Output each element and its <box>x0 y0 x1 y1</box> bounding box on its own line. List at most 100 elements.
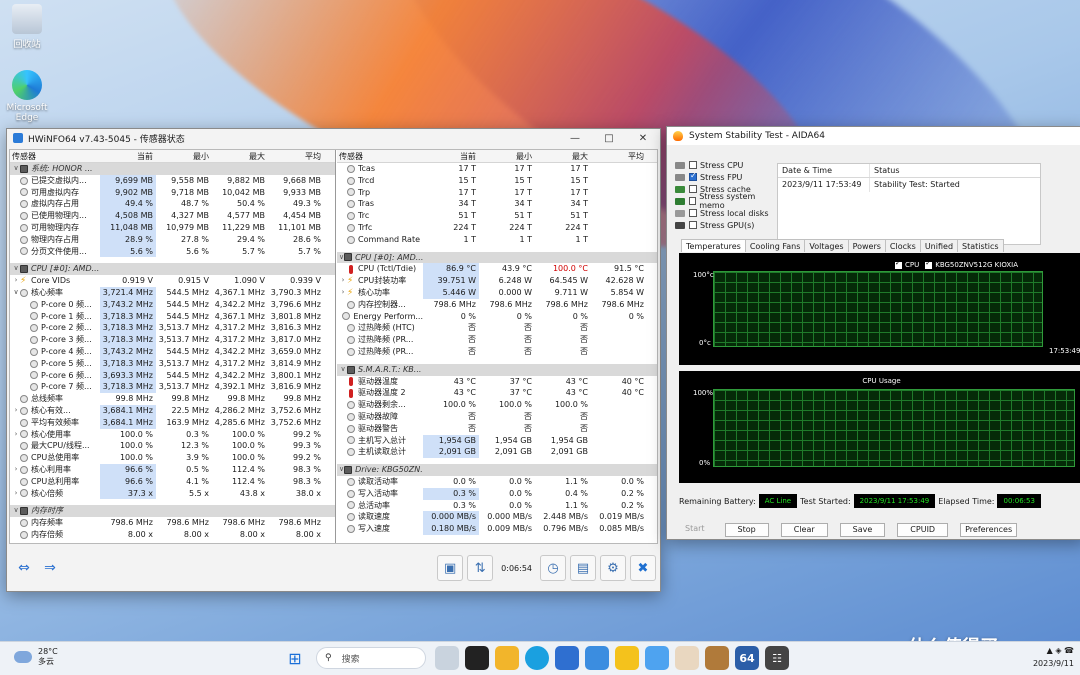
sensor-row[interactable]: P-core 0 频... 3,743.2 MHz 544.5 MHz 4,342.2… <box>10 298 335 311</box>
sensor-row[interactable]: P-core 7 频... 3,718.3 MHz 3,513.7 MHz 4,392… <box>10 381 335 394</box>
sensor-row[interactable]: 总活动率 0.3 % 0.0 % 1.1 % 0.2 % <box>337 500 657 512</box>
start-button[interactable]: Start <box>677 523 713 537</box>
expand-chevron-icon[interactable]: ∨ <box>12 287 20 299</box>
expand-chevron-icon[interactable]: › <box>339 275 347 287</box>
sensor-group-row[interactable]: ∨ 系统: HONOR ... <box>10 163 335 175</box>
network-icon[interactable]: ⇅ <box>467 555 494 581</box>
maximize-button[interactable]: □ <box>592 133 626 144</box>
desktop-icon-edge[interactable]: Microsoft Edge <box>2 70 52 123</box>
sensor-row[interactable]: › 核心有效... 3,684.1 MHz 22.5 MHz 4,286.2 MHz 3,… <box>10 404 335 417</box>
sensor-row[interactable]: P-core 4 频... 3,743.2 MHz 544.5 MHz 4,342.2… <box>10 345 335 358</box>
header-max[interactable]: 最大 <box>212 150 268 162</box>
expand-chevron-icon[interactable]: › <box>339 287 347 299</box>
sensor-row[interactable]: P-core 5 频... 3,718.3 MHz 3,513.7 MHz 4,317… <box>10 357 335 370</box>
store-icon[interactable] <box>555 646 579 670</box>
close-button[interactable]: ✕ <box>626 133 660 144</box>
stress-fpu-option[interactable]: Stress FPU <box>675 171 779 183</box>
stress-cpu-option[interactable]: Stress CPU <box>675 159 779 171</box>
sensor-row[interactable]: P-core 3 频... 3,718.3 MHz 3,513.7 MHz 4,317… <box>10 334 335 346</box>
expand-arrows-icon[interactable]: ⇒ <box>39 560 61 576</box>
sensor-row[interactable]: 驱动器故障 否 否 否 <box>337 411 657 423</box>
sensor-group-row[interactable]: ∨ CPU [#0]: AMD... <box>10 263 335 276</box>
collapse-chevron-icon[interactable]: ∨ <box>339 364 347 376</box>
sensor-row[interactable]: 已提交虚拟内... 9,699 MB 9,558 MB 9,882 MB 9,668 M… <box>10 174 335 187</box>
header-current[interactable]: 当前 <box>423 150 479 162</box>
sensor-row[interactable]: Tras 34 T 34 T 34 T <box>337 198 657 210</box>
stress-memory-option[interactable]: Stress system memo <box>675 192 779 210</box>
sensor-row[interactable]: 驱动器温度 43 °C 37 °C 43 °C 40 °C <box>337 376 657 388</box>
sensor-row[interactable]: 主机读取总计 2,091 GB 2,091 GB 2,091 GB <box>337 446 657 459</box>
mail-icon[interactable] <box>585 646 609 670</box>
sensor-row[interactable]: 写入活动率 0.3 % 0.0 % 0.4 % 0.2 % <box>337 487 657 500</box>
sensor-row[interactable]: 主机写入总计 1,954 GB 1,954 GB 1,954 GB <box>337 434 657 447</box>
sensor-row[interactable]: 读取活动率 0.0 % 0.0 % 1.1 % 0.0 % <box>337 476 657 488</box>
sensor-row[interactable]: P-core 1 频... 3,718.3 MHz 544.5 MHz 4,367.1… <box>10 310 335 323</box>
sensor-row[interactable]: Trcd 15 T 15 T 15 T <box>337 175 657 187</box>
sensor-row[interactable]: 已使用物理内... 4,508 MB 4,327 MB 4,577 MB 4,454 M… <box>10 210 335 222</box>
settings-gear-icon[interactable]: ⚙ <box>600 555 626 581</box>
task-view-icon[interactable] <box>465 646 489 670</box>
sensor-row[interactable]: 过热降频 (HTC) 否 否 否 <box>337 322 657 334</box>
preferences-button[interactable]: Preferences <box>960 523 1018 537</box>
sensor-group-row[interactable]: ∨ Drive: KBG50ZN... <box>337 464 657 476</box>
system-tray[interactable]: ▲ ◈ ☎ 2023/9/11 <box>1033 646 1074 668</box>
weather-widget[interactable]: 28°C 多云 <box>14 647 58 667</box>
expand-chevron-icon[interactable]: › <box>12 429 20 441</box>
stress-memory-checkbox[interactable] <box>688 197 697 205</box>
log-icon[interactable]: ▤ <box>570 555 596 581</box>
sensor-row[interactable]: › 核心使用率 100.0 % 0.3 % 100.0 % 99.2 % <box>10 429 335 441</box>
sensor-row[interactable]: 最大CPU/线程... 100.0 % 12.3 % 100.0 % 99.3 % <box>10 440 335 452</box>
header-current[interactable]: 当前 <box>100 150 156 162</box>
hwinfo-taskbar-icon[interactable]: ☷ <box>765 646 789 670</box>
sensor-row[interactable]: 虚拟内存占用 49.4 % 48.7 % 50.4 % 49.3 % <box>10 198 335 211</box>
sensor-row[interactable]: Trp 17 T 17 T 17 T <box>337 187 657 199</box>
sensor-row[interactable]: 过热降频 (PR... 否 否 否 <box>337 346 657 358</box>
sensor-group-row[interactable]: ∨ S.M.A.R.T.: KB... <box>337 363 657 376</box>
save-button[interactable]: Save <box>839 523 886 537</box>
clock-icon[interactable]: ◷ <box>540 555 566 581</box>
desktop-icon-recycle-bin[interactable]: 回收站 <box>2 4 52 50</box>
sensor-header[interactable]: 传感器 当前 最小 最大 平均 <box>337 150 657 163</box>
hwinfo-titlebar[interactable]: HWiNFO64 v7.43-5045 - 传感器状态 — □ ✕ <box>7 129 660 147</box>
sensor-pane-left[interactable]: 传感器 当前 最小 最大 平均 ∨ 系统: HONOR ... 已提交虚拟内... 9… <box>10 150 336 543</box>
tab-clocks[interactable]: Clocks <box>884 239 921 252</box>
sensor-row[interactable]: 分页文件使用... 5.6 % 5.6 % 5.7 % 5.7 % <box>10 245 335 258</box>
header-sensor[interactable]: 传感器 <box>337 150 423 162</box>
tab-temperatures[interactable]: Temperatures <box>681 239 746 252</box>
edge-taskbar-icon[interactable] <box>525 646 549 670</box>
sensor-row[interactable]: CPU (Tctl/Tdie) 86.9 °C 43.9 °C 100.0 °C 91.… <box>337 263 657 276</box>
stress-fpu-checkbox[interactable] <box>689 171 697 181</box>
taskbar-search[interactable]: ⚲ 搜索 <box>316 647 426 669</box>
aida-titlebar[interactable]: System Stability Test - AIDA64 <box>667 127 1080 145</box>
sensor-row[interactable]: 平均有效频率 3,684.1 MHz 163.9 MHz 4,285.6 MHz 3,7… <box>10 416 335 429</box>
sensor-row[interactable]: Tcas 17 T 17 T 17 T <box>337 163 657 175</box>
sensor-header[interactable]: 传感器 当前 最小 最大 平均 <box>10 150 335 163</box>
tab-powers[interactable]: Powers <box>847 239 886 252</box>
header-avg[interactable]: 平均 <box>591 150 647 162</box>
tab-statistics[interactable]: Statistics <box>957 239 1004 252</box>
status-row[interactable]: 2023/9/11 17:53:49 Stability Test: Start… <box>778 178 1040 192</box>
sensor-row[interactable]: CPU总使用率 100.0 % 3.9 % 100.0 % 99.2 % <box>10 452 335 464</box>
tab-voltages[interactable]: Voltages <box>804 239 849 252</box>
sensor-pane-right[interactable]: 传感器 当前 最小 最大 平均 Tcas 17 T 17 T 17 T Trcd 15 T… <box>337 150 657 543</box>
sensor-row[interactable]: 写入速度 0.180 MB/s 0.009 MB/s 0.796 MB/s 0.085 … <box>337 523 657 535</box>
sensor-row[interactable]: › ⚡ 核心功率 5.446 W 0.000 W 9.711 W 5.854 W <box>337 286 657 299</box>
collapse-arrows-icon[interactable]: ⇔ <box>13 560 35 576</box>
sensor-row[interactable]: ∨ 核心频率 3,721.4 MHz 544.5 MHz 4,367.1 MHz 3,79… <box>10 286 335 299</box>
stress-gpu-checkbox[interactable] <box>689 221 697 229</box>
sensor-row[interactable]: Trc 51 T 51 T 51 T <box>337 210 657 222</box>
sensor-row[interactable]: 读取速度 0.000 MB/s 0.000 MB/s 2.448 MB/s 0.019 … <box>337 511 657 524</box>
sensor-row[interactable]: › ⚡ Core VIDs 0.919 V 0.915 V 1.090 V 0.939 V <box>10 275 335 287</box>
sensor-row[interactable]: Trfc 224 T 224 T 224 T <box>337 222 657 234</box>
file-explorer-icon[interactable] <box>495 646 519 670</box>
expand-chevron-icon[interactable]: › <box>12 275 20 287</box>
sensor-row[interactable]: 可用物理内存 11,048 MB 10,979 MB 11,229 MB 11,101 … <box>10 221 335 234</box>
collapse-chevron-icon[interactable]: ∨ <box>12 505 20 517</box>
stress-cpu-checkbox[interactable] <box>689 161 697 169</box>
sensor-row[interactable]: Command Rate 1 T 1 T 1 T <box>337 234 657 246</box>
sensor-row[interactable]: 内存倍频 8.00 x 8.00 x 8.00 x 8.00 x <box>10 529 335 541</box>
sensor-report-icon[interactable]: ▣ <box>437 555 464 581</box>
sensor-row[interactable]: 驱动器警告 否 否 否 <box>337 423 657 435</box>
sensor-row[interactable]: 物理内存占用 28.9 % 27.8 % 29.4 % 28.6 % <box>10 233 335 246</box>
widgets-icon[interactable] <box>435 646 459 670</box>
